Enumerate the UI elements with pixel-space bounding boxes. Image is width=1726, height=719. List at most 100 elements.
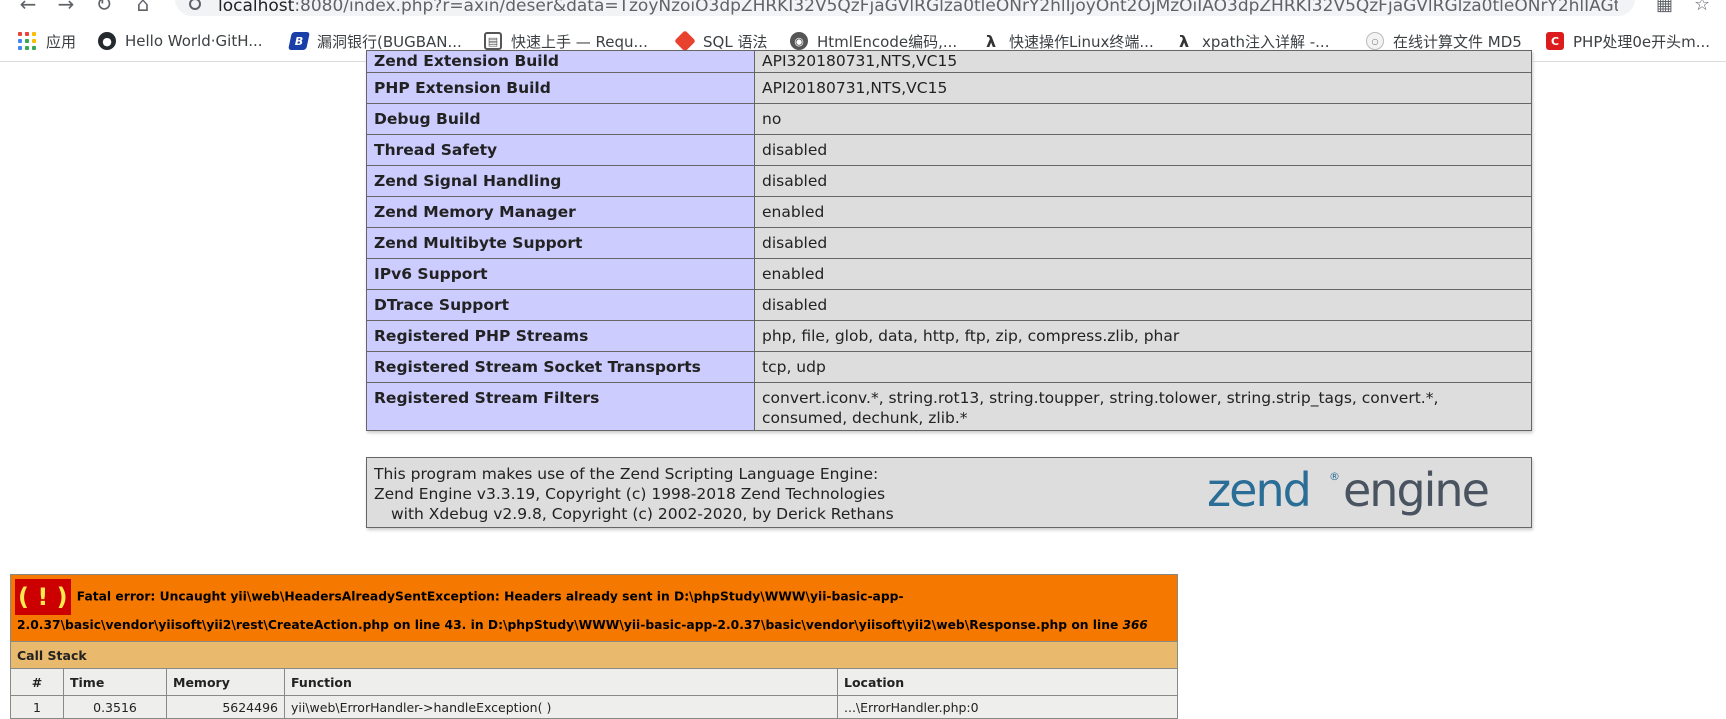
stack-location[interactable]: ...\ErrorHandler.php:0 [837, 695, 1178, 719]
error-line-number: 366 [1122, 618, 1148, 632]
column-header-number: # [10, 668, 64, 696]
phpinfo-table: Zend Extension Build API320180731,NTS,VC… [366, 50, 1532, 431]
table-row: Thread Safety disabled [366, 134, 1532, 166]
stack-function: yii\web\ErrorHandler->handleException( ) [284, 695, 838, 719]
bookmark-label: HtmlEncode编码,... [817, 32, 958, 51]
browser-toolbar: ← → ↻ ⌂ localhost:8080/index.php?r=axin/… [0, 0, 1726, 20]
info-label: Zend Signal Handling [366, 165, 755, 197]
table-row: Registered Stream Filters convert.iconv.*… [366, 382, 1532, 431]
info-value: no [754, 103, 1532, 135]
call-stack-title: Call Stack [10, 641, 1178, 669]
table-row: Registered Stream Socket Transports tcp, … [366, 351, 1532, 383]
back-arrow-icon[interactable]: ← [16, 0, 40, 14]
call-stack-row: 1 0.3516 5624496 yii\web\ErrorHandler->h… [10, 695, 1178, 719]
bookmark-label: 在线计算文件 MD5 [1393, 32, 1522, 51]
info-label: Zend Multibyte Support [366, 227, 755, 259]
stack-time: 0.3516 [63, 695, 167, 719]
url-text[interactable]: localhost:8080/index.php?r=axin/deser&da… [218, 0, 1618, 15]
column-header-memory: Memory [166, 668, 285, 696]
info-label: Zend Extension Build [366, 50, 755, 73]
warning-badge-icon: ( ! ) [15, 579, 71, 615]
info-label: DTrace Support [366, 289, 755, 321]
info-value: convert.iconv.*, string.rot13, string.to… [754, 382, 1532, 431]
site-info-icon[interactable] [189, 0, 201, 10]
book-icon: ▤ [484, 32, 502, 50]
table-row: Registered PHP Streams php, file, glob, d… [366, 320, 1532, 352]
info-label: Debug Build [366, 103, 755, 135]
stack-number: 1 [10, 695, 64, 719]
table-row: PHP Extension Build API20180731,NTS,VC15 [366, 72, 1532, 104]
info-label: Thread Safety [366, 134, 755, 166]
bookmark-label: 应用 [46, 32, 77, 51]
info-value: API20180731,NTS,VC15 [754, 72, 1532, 104]
bookmark-apps[interactable]: 应用 [18, 30, 76, 52]
info-value: disabled [754, 165, 1532, 197]
bookmark-bugbank[interactable]: B 漏洞银行(BUGBAN... [288, 30, 462, 52]
bookmark-xpath[interactable]: λ xpath注入详解 -... [1175, 30, 1330, 52]
info-value: API320180731,NTS,VC15 [754, 50, 1532, 73]
info-value: disabled [754, 289, 1532, 321]
bookmark-label: 快速操作Linux终端... [1009, 32, 1154, 51]
bookmark-csdn[interactable]: C PHP处理0e开头m... [1546, 30, 1710, 52]
linux-icon: λ [985, 31, 997, 51]
info-label: PHP Extension Build [366, 72, 755, 104]
github-icon: ● [98, 32, 116, 50]
call-stack-columns: # Time Memory Function Location [10, 668, 1178, 696]
column-header-function: Function [284, 668, 838, 696]
md5-icon: ○ [1366, 32, 1384, 50]
info-value: php, file, glob, data, http, ftp, zip, c… [754, 320, 1532, 352]
bookmark-linux[interactable]: λ 快速操作Linux终端... [982, 30, 1154, 52]
zend-logo-registered: ® [1329, 470, 1340, 483]
table-row: Zend Memory Manager enabled [366, 196, 1532, 228]
bookmark-label: Hello World·GitH... [125, 32, 263, 50]
bugbank-icon: B [288, 32, 310, 50]
error-header-row: ( ! ) Fatal error: Uncaught yii\web\Head… [10, 574, 1178, 642]
globe-icon: ◉ [790, 32, 808, 50]
bookmark-requests[interactable]: ▤ 快速上手 — Requ... [484, 30, 648, 52]
apps-grid-icon [18, 32, 36, 50]
zend-logo-word: zend [1207, 463, 1310, 517]
info-label: IPv6 Support [366, 258, 755, 290]
engine-logo-word: engine [1343, 463, 1488, 517]
info-label: Registered Stream Filters [366, 382, 755, 431]
table-row: Debug Build no [366, 103, 1532, 135]
info-label: Registered Stream Socket Transports [366, 351, 755, 383]
bookmark-github[interactable]: ● Hello World·GitH... [98, 30, 263, 52]
zend-engine-logo: zend ® engine [1207, 463, 1490, 517]
reload-icon[interactable]: ↻ [92, 0, 116, 14]
column-header-time: Time [63, 668, 167, 696]
bookmark-star-icon[interactable]: ☆ [1694, 0, 1710, 15]
info-value: enabled [754, 258, 1532, 290]
xpath-icon: λ [1178, 31, 1190, 51]
zend-engine-credits: This program makes use of the Zend Scrip… [366, 457, 1532, 528]
bookmark-label: 快速上手 — Requ... [511, 32, 648, 51]
bookmark-label: 漏洞银行(BUGBAN... [317, 32, 462, 51]
info-value: disabled [754, 227, 1532, 259]
error-text: Fatal error: Uncaught yii\web\HeadersAlr… [17, 589, 1123, 633]
call-stack-header: Call Stack [10, 641, 1178, 669]
table-row: Zend Signal Handling disabled [366, 165, 1532, 197]
translate-icon[interactable]: ▦ [1656, 0, 1673, 15]
csdn-icon: C [1546, 32, 1564, 50]
home-icon[interactable]: ⌂ [131, 0, 155, 14]
table-row: IPv6 Support enabled [366, 258, 1532, 290]
bookmark-label: PHP处理0e开头m... [1573, 32, 1711, 51]
table-row: DTrace Support disabled [366, 289, 1532, 321]
info-value: enabled [754, 196, 1532, 228]
info-value: disabled [754, 134, 1532, 166]
bookmark-label: SQL 语法 [703, 32, 768, 51]
bookmark-htmlencode[interactable]: ◉ HtmlEncode编码,... [790, 30, 957, 52]
info-label: Registered PHP Streams [366, 320, 755, 352]
stack-memory: 5624496 [166, 695, 285, 719]
bookmark-sql[interactable]: SQL 语法 [674, 30, 768, 52]
info-value: tcp, udp [754, 351, 1532, 383]
xdebug-error-table: ( ! ) Fatal error: Uncaught yii\web\Head… [10, 574, 1178, 719]
info-label: Zend Memory Manager [366, 196, 755, 228]
column-header-location: Location [837, 668, 1178, 696]
bookmark-md5[interactable]: ○ 在线计算文件 MD5 [1366, 30, 1522, 52]
error-message: ( ! ) Fatal error: Uncaught yii\web\Head… [10, 574, 1178, 642]
forward-arrow-icon[interactable]: → [54, 0, 78, 14]
sql-icon [674, 30, 696, 52]
address-bar[interactable]: localhost:8080/index.php?r=axin/deser&da… [175, 0, 1635, 16]
bookmark-label: xpath注入详解 -... [1202, 32, 1330, 51]
